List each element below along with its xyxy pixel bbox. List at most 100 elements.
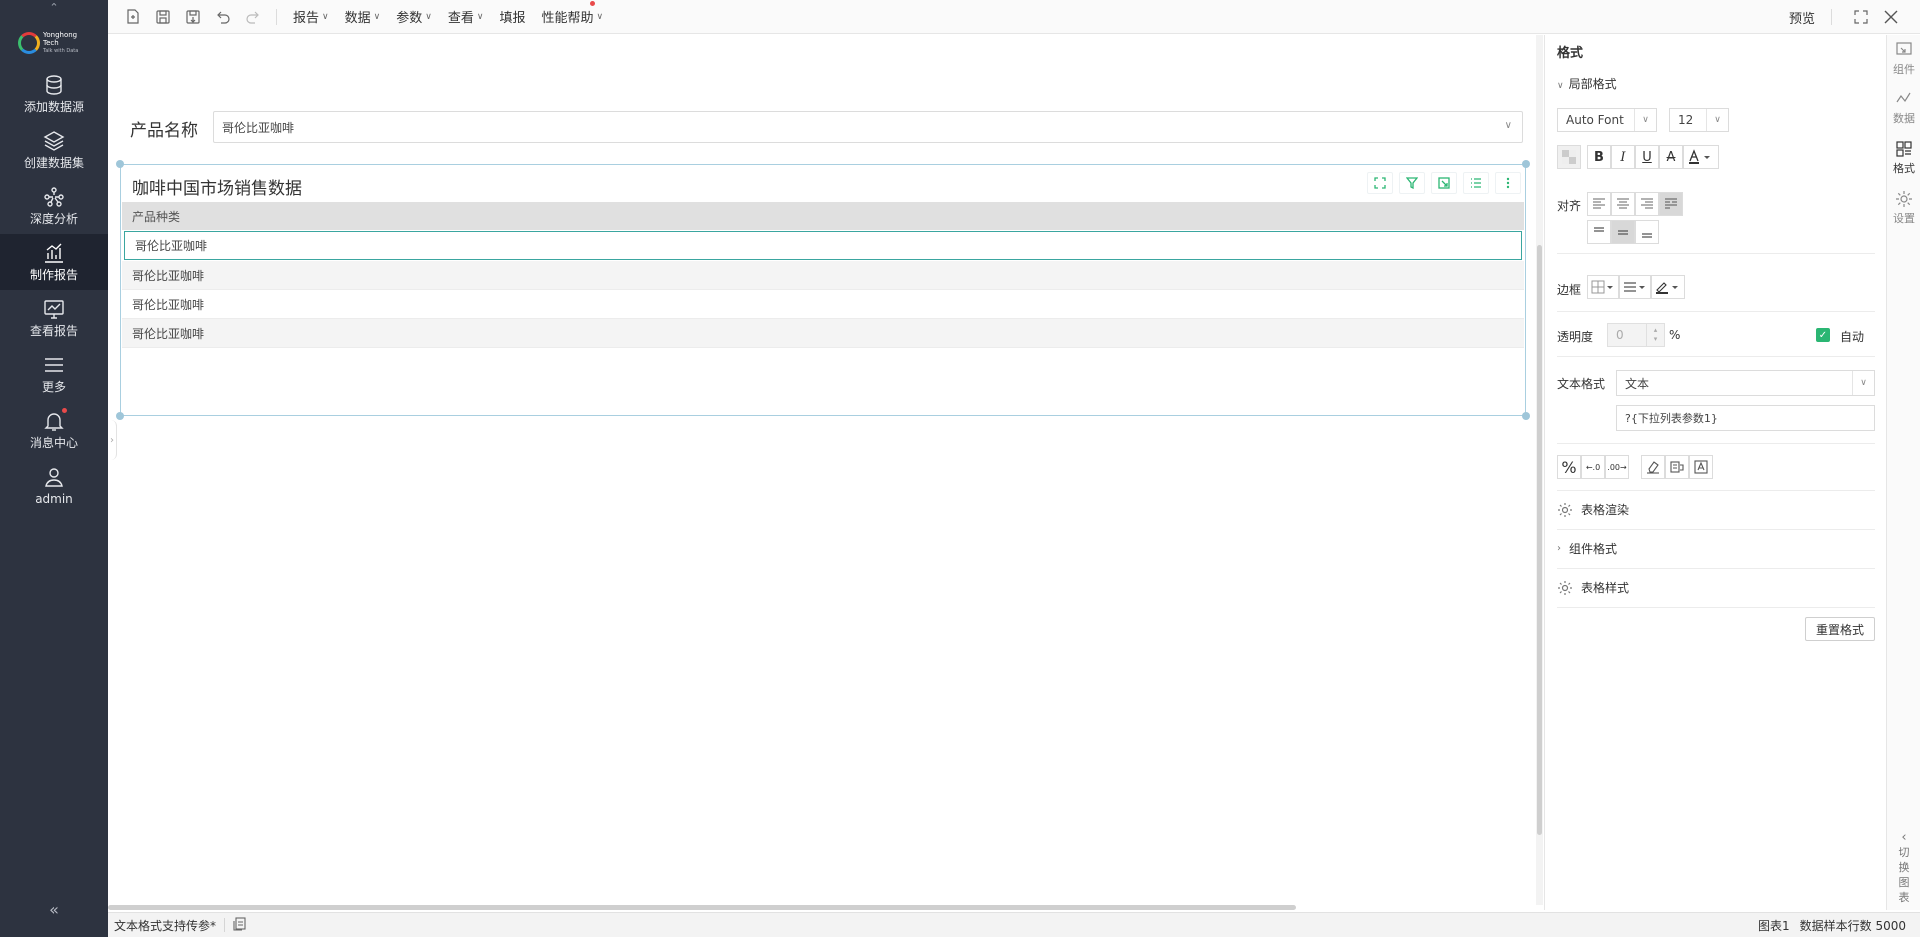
save-as-icon[interactable] <box>184 8 202 26</box>
italic-button[interactable]: I <box>1611 145 1635 169</box>
rail-settings[interactable]: 设置 <box>1887 190 1920 226</box>
redo-icon[interactable] <box>244 8 262 26</box>
table-header-cell[interactable]: 产品种类 <box>122 202 1524 230</box>
table-component[interactable]: 咖啡中国市场销售数据 产品种类 哥伦比亚咖啡 哥伦比亚咖啡 哥伦比亚咖啡 哥伦比… <box>116 160 1530 420</box>
table-row[interactable]: 哥伦比亚咖啡 <box>124 231 1522 260</box>
rail-label: 组件 <box>1893 63 1915 76</box>
divider <box>1557 490 1875 491</box>
table-row[interactable]: 哥伦比亚咖啡 <box>122 290 1524 319</box>
border-line-icon[interactable] <box>1619 275 1651 299</box>
nav-user[interactable]: admin <box>0 458 108 514</box>
panel-title: 格式 <box>1557 46 1584 61</box>
menu-fill[interactable]: 填报 <box>499 7 525 26</box>
stepper-arrows-icon[interactable]: ▴ ▾ <box>1646 324 1664 346</box>
divider <box>1557 607 1875 608</box>
rail-component[interactable]: 组件 <box>1887 41 1920 77</box>
resize-handle[interactable] <box>116 160 124 168</box>
switch-chart-button[interactable]: ‹ 切 换 图 表 <box>1887 830 1920 905</box>
text-format-expression-input[interactable]: ?{下拉列表参数1} <box>1616 405 1875 431</box>
fullscreen-icon[interactable] <box>1852 8 1870 26</box>
table-style-item[interactable]: 表格样式 <box>1557 579 1629 596</box>
background-color-icon[interactable] <box>1557 145 1581 169</box>
param-label: 产品名称 <box>130 121 198 141</box>
resize-handle[interactable] <box>116 412 124 420</box>
align-left-icon[interactable] <box>1587 192 1611 216</box>
expand-icon[interactable] <box>1367 172 1393 194</box>
percent-icon[interactable]: % <box>1557 455 1581 479</box>
strikethrough-button[interactable]: A <box>1659 145 1683 169</box>
valign-bottom-icon[interactable] <box>1635 220 1659 244</box>
valign-top-icon[interactable] <box>1587 220 1611 244</box>
font-size-select[interactable]: 12 ∨ <box>1669 108 1729 132</box>
nav-label: 创建数据集 <box>23 156 84 170</box>
menu-view[interactable]: 查看 ∨ <box>448 7 484 26</box>
chevron-right-icon[interactable]: › <box>108 420 117 460</box>
menu-performance-help[interactable]: 性能帮助 ∨ <box>541 1 603 26</box>
underline-button[interactable]: U <box>1635 145 1659 169</box>
align-right-icon[interactable] <box>1635 192 1659 216</box>
save-icon[interactable] <box>154 8 172 26</box>
auto-checkbox[interactable]: ✓ <box>1816 328 1830 342</box>
align-auto-icon[interactable] <box>1659 192 1683 216</box>
resize-handle[interactable] <box>1522 160 1530 168</box>
menu-param[interactable]: 参数 ∨ <box>396 7 432 26</box>
nav-make-report[interactable]: 制作报告 <box>0 234 108 290</box>
gear-icon <box>1558 580 1572 595</box>
close-icon[interactable] <box>1882 8 1900 26</box>
section-local-format[interactable]: ∨ 局部格式 <box>1557 75 1617 92</box>
align-center-icon[interactable] <box>1611 192 1635 216</box>
wrap-text-icon[interactable] <box>1665 455 1689 479</box>
nav-deep-analysis[interactable]: 深度分析 <box>0 178 108 234</box>
file-copy-icon[interactable] <box>233 916 247 934</box>
status-sample-rows: 数据样本行数 5000 <box>1799 919 1906 933</box>
list-icon[interactable] <box>1463 172 1489 194</box>
export-icon[interactable] <box>1431 172 1457 194</box>
font-family-select[interactable]: Auto Font ∨ <box>1557 108 1657 132</box>
scrollbar-thumb[interactable] <box>1537 245 1542 835</box>
component-format-item[interactable]: › 组件格式 <box>1557 540 1617 557</box>
border-color-icon[interactable] <box>1651 275 1685 299</box>
vertical-scrollbar[interactable] <box>1536 35 1543 905</box>
preview-button[interactable]: 预览 <box>1789 8 1815 27</box>
reset-format-button[interactable]: 重置格式 <box>1805 617 1875 641</box>
scrollbar-thumb[interactable] <box>108 905 1296 910</box>
nav-add-datasource[interactable]: 添加数据源 <box>0 66 108 122</box>
clear-format-icon[interactable] <box>1641 455 1665 479</box>
gear-icon <box>1558 502 1572 517</box>
divider <box>1557 443 1875 444</box>
resize-handle[interactable] <box>1522 412 1530 420</box>
font-color-icon[interactable] <box>1683 145 1719 169</box>
table-row[interactable]: 哥伦比亚咖啡 <box>122 261 1524 290</box>
nav-label: 消息中心 <box>29 436 78 450</box>
chevron-down-icon: ∨ <box>1852 371 1874 395</box>
report-tab[interactable]: 文本格式支持传参* <box>114 917 216 934</box>
increase-decimal-icon[interactable]: ←.0 <box>1581 455 1605 479</box>
rail-format[interactable]: 格式 <box>1887 140 1920 176</box>
table-render-item[interactable]: 表格渲染 <box>1557 501 1629 518</box>
valign-middle-icon[interactable] <box>1611 220 1635 244</box>
product-name-select[interactable]: 哥伦比亚咖啡 ∨ <box>213 111 1523 143</box>
nav-view-report[interactable]: 查看报告 <box>0 290 108 346</box>
menu-data[interactable]: 数据 ∨ <box>345 7 381 26</box>
bold-button[interactable]: B <box>1587 145 1611 169</box>
rail-data[interactable]: 数据 <box>1887 90 1920 126</box>
table-row[interactable]: 哥伦比亚咖啡 <box>122 319 1524 348</box>
nav-create-dataset[interactable]: 创建数据集 <box>0 122 108 178</box>
filter-icon[interactable] <box>1399 172 1425 194</box>
nav-message-center[interactable]: 消息中心 <box>0 402 108 458</box>
chevron-up-icon[interactable]: ⌃ <box>0 0 108 14</box>
opacity-stepper[interactable]: 0 ▴ ▾ <box>1607 323 1665 347</box>
new-report-icon[interactable] <box>124 8 142 26</box>
settings-icon <box>1896 191 1912 207</box>
decrease-decimal-icon[interactable]: .00→ <box>1605 455 1629 479</box>
rail-label: 数据 <box>1893 112 1915 125</box>
text-box-icon[interactable] <box>1689 455 1713 479</box>
menu-report[interactable]: 报告 ∨ <box>293 7 329 26</box>
more-vertical-icon[interactable] <box>1495 172 1521 194</box>
double-chevron-left-icon[interactable]: « <box>0 900 108 919</box>
border-style-icon[interactable] <box>1587 275 1619 299</box>
nav-more[interactable]: 更多 <box>0 346 108 402</box>
horizontal-scrollbar[interactable] <box>108 904 1536 912</box>
text-format-select[interactable]: 文本 ∨ <box>1616 370 1875 396</box>
undo-icon[interactable] <box>214 8 232 26</box>
